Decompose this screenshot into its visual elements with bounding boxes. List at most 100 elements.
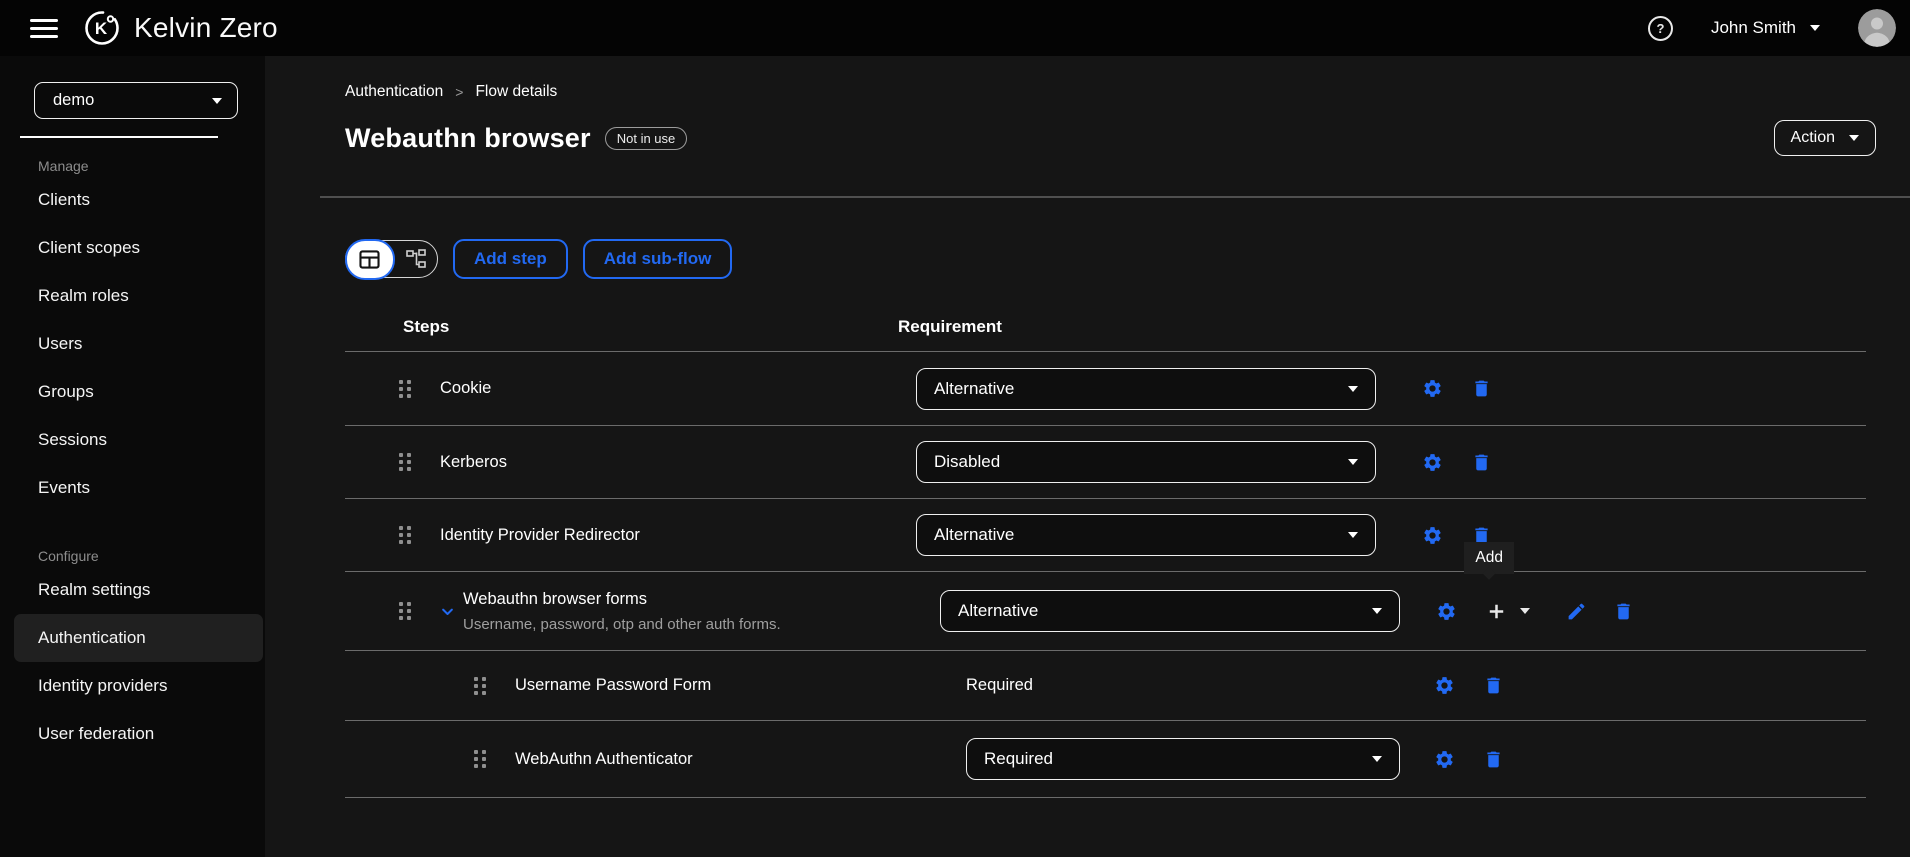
breadcrumb-authentication[interactable]: Authentication [345, 83, 443, 101]
sidebar-item-authentication[interactable]: Authentication [14, 614, 263, 662]
row-actions [1422, 452, 1492, 473]
delete-button[interactable] [1471, 378, 1492, 399]
drag-handle-icon [399, 602, 411, 620]
help-icon[interactable]: ? [1647, 15, 1673, 41]
sidebar-item-sessions[interactable]: Sessions [0, 416, 265, 464]
step-name: Cookie [440, 379, 492, 397]
requirement-value: Alternative [958, 601, 1039, 620]
requirement-value: Disabled [934, 452, 1001, 471]
sidebar-item-realm-roles[interactable]: Realm roles [0, 272, 265, 320]
top-bar: K Kelvin Zero ? John Smith [0, 0, 1910, 56]
topbar-right-group: ? John Smith [1647, 9, 1896, 47]
gear-icon [1422, 378, 1443, 399]
row-actions [1434, 749, 1504, 770]
add-subflow-button[interactable]: Add sub-flow [582, 239, 733, 279]
header-divider [320, 196, 1910, 198]
diagram-view-toggle[interactable] [395, 241, 438, 277]
subflow-description: Username, password, otp and other auth f… [463, 615, 781, 633]
sidebar-item-client-scopes[interactable]: Client scopes [0, 224, 265, 272]
drag-handle[interactable] [390, 602, 420, 620]
subflow-name-block: Webauthn browser forms Username, passwor… [463, 590, 898, 633]
trash-icon [1471, 378, 1492, 399]
requirement-value: Alternative [934, 378, 1015, 398]
settings-button[interactable] [1422, 452, 1443, 473]
kelvin-zero-logo-icon: K [82, 8, 122, 48]
drag-handle-icon [399, 453, 411, 471]
page-header: Webauthn browser Not in use Action [345, 118, 1880, 158]
drag-handle[interactable] [465, 676, 495, 695]
flow-steps-table: Steps Requirement Cookie Alternative Ker… [345, 303, 1866, 798]
step-name: Identity Provider Redirector [440, 525, 640, 544]
column-header-steps: Steps [403, 317, 450, 336]
gear-icon [1422, 452, 1443, 473]
trash-icon [1483, 749, 1504, 770]
hamburger-menu-icon[interactable] [30, 18, 58, 38]
delete-button[interactable] [1483, 675, 1504, 696]
settings-button[interactable] [1434, 749, 1455, 770]
step-name: Kerberos [440, 452, 507, 471]
sidebar-item-realm-settings[interactable]: Realm settings [0, 566, 265, 614]
table-row-username-password-form: Username Password Form Required [345, 650, 1866, 720]
settings-button[interactable] [1422, 525, 1443, 546]
requirement-select[interactable]: Alternative [916, 367, 1376, 410]
breadcrumb: Authentication > Flow details [345, 82, 1880, 102]
delete-button[interactable] [1471, 452, 1492, 473]
chevron-down-icon [1372, 756, 1382, 762]
add-button[interactable] [1485, 600, 1508, 623]
requirement-select[interactable]: Alternative [916, 514, 1376, 556]
delete-button[interactable] [1483, 749, 1504, 770]
page-title: Webauthn browser [345, 122, 591, 153]
section-label-configure: Configure [38, 548, 99, 564]
drag-handle[interactable] [390, 453, 420, 471]
chevron-down-icon [1372, 608, 1382, 614]
add-tooltip: Add [1464, 542, 1514, 574]
settings-button[interactable] [1434, 675, 1455, 696]
sidebar-item-events[interactable]: Events [0, 464, 265, 512]
sidebar-item-users[interactable]: Users [0, 320, 265, 368]
user-menu[interactable]: John Smith [1711, 18, 1820, 38]
requirement-select[interactable]: Alternative [940, 590, 1400, 632]
status-badge: Not in use [604, 126, 688, 150]
sidebar-item-user-federation[interactable]: User federation [0, 710, 265, 758]
delete-button[interactable] [1613, 601, 1634, 622]
sidebar-item-groups[interactable]: Groups [0, 368, 265, 416]
sidebar-divider [20, 136, 218, 138]
breadcrumb-flow-details: Flow details [475, 83, 558, 100]
requirement-select[interactable]: Disabled [916, 441, 1376, 483]
add-options-button[interactable] [1520, 608, 1530, 614]
drag-handle[interactable] [390, 379, 420, 398]
chevron-down-icon [1348, 385, 1358, 392]
realm-selector[interactable]: demo [34, 82, 238, 119]
help-glyph: ? [1656, 20, 1665, 36]
tree-diagram-icon [406, 249, 426, 269]
table-view-toggle[interactable] [344, 238, 395, 280]
drag-handle[interactable] [390, 526, 420, 544]
avatar[interactable] [1858, 9, 1896, 47]
table-row-identity-provider-redirector: Identity Provider Redirector Alternative… [345, 498, 1866, 574]
step-name: WebAuthn Authenticator [515, 749, 693, 768]
chevron-down-icon [440, 604, 455, 619]
collapse-subflow-button[interactable] [440, 604, 463, 619]
drag-handle[interactable] [465, 750, 495, 768]
edit-button[interactable] [1566, 601, 1587, 622]
requirement-select[interactable]: Required [966, 738, 1400, 780]
sidebar-nav: Manage Clients Client scopes Realm roles… [0, 158, 265, 758]
chevron-down-icon [1520, 608, 1530, 614]
sidebar-item-clients[interactable]: Clients [0, 176, 265, 224]
table-header: Steps Requirement [345, 303, 1866, 351]
svg-text:K: K [95, 19, 108, 38]
drag-handle-icon [399, 379, 411, 398]
requirement-value: Required [984, 749, 1053, 768]
flow-toolbar: Add step Add sub-flow [344, 238, 1880, 280]
sidebar-item-identity-providers[interactable]: Identity providers [0, 662, 265, 710]
row-actions [1436, 600, 1634, 623]
add-step-button[interactable]: Add step [453, 239, 568, 279]
table-icon [359, 250, 380, 269]
settings-button[interactable] [1436, 601, 1457, 622]
table-row-webauthn-authenticator: WebAuthn Authenticator Required [345, 720, 1866, 798]
settings-button[interactable] [1422, 378, 1443, 399]
chevron-down-icon [1348, 459, 1358, 465]
realm-selector-value: demo [53, 91, 95, 109]
trash-icon [1483, 675, 1504, 696]
action-button[interactable]: Action [1773, 120, 1876, 156]
